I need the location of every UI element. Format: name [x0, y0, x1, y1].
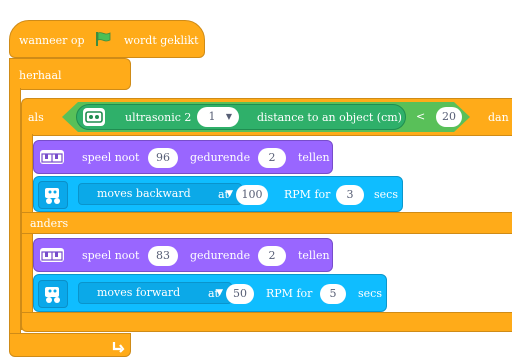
- ultrasonic-distance-reporter[interactable]: ultrasonic 2 1 ▼ distance to an object (…: [76, 104, 406, 130]
- secs-input[interactable]: 5: [320, 284, 346, 304]
- note-prefix-label: speel noot: [82, 249, 140, 262]
- beats-suffix-label: tellen: [298, 249, 330, 262]
- secs-input[interactable]: 3: [336, 185, 364, 205]
- sensor-name-label: ultrasonic 2: [125, 111, 192, 124]
- duration-label: gedurende: [190, 151, 251, 164]
- beats-input[interactable]: 2: [258, 148, 286, 168]
- motor-move-block-2[interactable]: moves forward ▼ at 50 RPM for 5 secs: [33, 274, 387, 312]
- at-label: at: [208, 287, 219, 300]
- motor-move-block-1[interactable]: moves backward ▼ at 100 RPM for 3 secs: [33, 176, 403, 212]
- secs-unit-label: secs: [358, 287, 382, 300]
- operator-label: <: [416, 110, 426, 123]
- distance-measure-label: distance to an object (cm): [257, 111, 402, 124]
- then-label: dan: [488, 111, 509, 124]
- else-label: anders: [30, 217, 69, 230]
- forever-label: herhaal: [19, 69, 62, 82]
- beats-input[interactable]: 2: [258, 246, 286, 266]
- if-else-bottom: [21, 312, 512, 332]
- hat-prefix-label: wanneer op: [19, 34, 85, 47]
- forever-loop-arm: [9, 88, 21, 340]
- robot-motor-icon: [38, 280, 68, 308]
- secs-unit-label: secs: [374, 188, 398, 201]
- note-value-input[interactable]: 83: [148, 246, 178, 266]
- rpm-input[interactable]: 100: [236, 185, 268, 205]
- note-value-input[interactable]: 96: [148, 148, 178, 168]
- note-prefix-label: speel noot: [82, 151, 140, 164]
- forever-loop-bottom: [9, 333, 131, 357]
- ultrasonic-sensor-icon: [83, 108, 105, 126]
- play-note-block-2[interactable]: speel noot 83 gedurende 2 tellen: [33, 238, 333, 272]
- music-keyboard-icon: [40, 248, 64, 262]
- at-label: at: [218, 188, 229, 201]
- loop-arrow-icon: [111, 338, 125, 357]
- green-flag-icon: [94, 31, 112, 47]
- music-keyboard-icon: [40, 150, 64, 164]
- duration-label: gedurende: [190, 249, 251, 262]
- hat-suffix-label: wordt geklikt: [124, 34, 199, 47]
- when-flag-clicked-block[interactable]: wanneer op wordt geklikt: [9, 20, 205, 58]
- threshold-input[interactable]: 20: [436, 107, 462, 127]
- rpm-for-label: RPM for: [284, 188, 331, 201]
- chevron-down-icon: ▼: [225, 112, 232, 121]
- robot-motor-icon: [38, 181, 68, 209]
- sensor-port-dropdown[interactable]: 1 ▼: [197, 107, 239, 127]
- if-label: als: [28, 111, 44, 124]
- else-section: anders: [21, 212, 512, 234]
- play-note-block-1[interactable]: speel noot 96 gedurende 2 tellen: [33, 140, 333, 174]
- rpm-for-label: RPM for: [266, 287, 313, 300]
- forever-loop-block[interactable]: herhaal: [9, 58, 131, 90]
- rpm-input[interactable]: 50: [226, 284, 254, 304]
- beats-suffix-label: tellen: [298, 151, 330, 164]
